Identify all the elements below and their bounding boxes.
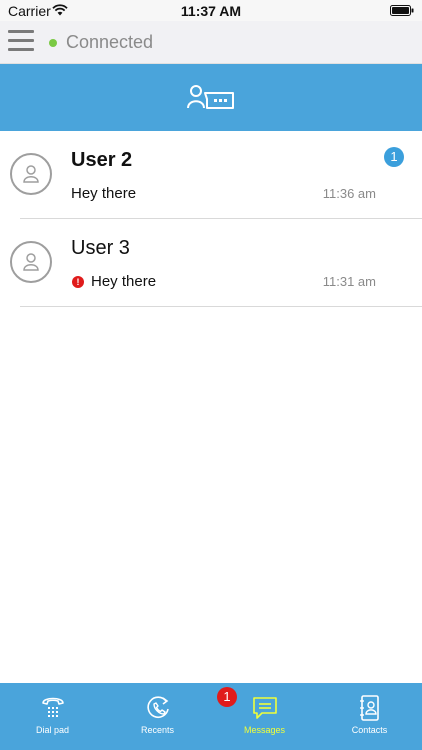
conversation-time: 11:36 am xyxy=(322,186,376,201)
battery-icon xyxy=(390,5,414,16)
tab-contacts[interactable]: Contacts xyxy=(317,683,422,750)
avatar-icon xyxy=(10,153,52,195)
tab-recents[interactable]: Recents xyxy=(105,683,210,750)
status-bar: Carrier 11:37 AM xyxy=(0,0,422,21)
conversation-preview: Hey there xyxy=(71,185,137,202)
clock: 11:37 AM xyxy=(180,3,242,19)
conversation-time: 11:31 am xyxy=(322,274,376,289)
conversation-item-user-3[interactable]: User 3 ! Hey there 11:31 am xyxy=(0,219,422,307)
conversation-name: User 2 xyxy=(71,149,133,171)
connection-bar: Connected xyxy=(0,21,422,64)
tab-dial-pad[interactable]: Dial pad xyxy=(0,683,105,750)
conversation-list: User 2 Hey there 11:36 am 1 User 3 ! Hey… xyxy=(0,131,422,307)
tab-label: Recents xyxy=(140,725,175,735)
recents-icon xyxy=(146,696,169,718)
connection-status-dot xyxy=(49,39,57,47)
avatar-icon xyxy=(10,241,52,283)
messages-badge: 1 xyxy=(217,687,237,707)
new-chat-icon[interactable] xyxy=(187,84,235,110)
hamburger-menu-icon[interactable] xyxy=(8,30,34,52)
dial-pad-icon xyxy=(41,697,64,717)
error-icon: ! xyxy=(72,276,84,288)
messages-icon xyxy=(252,697,277,719)
messages-screen: Carrier 11:37 AM Connected User 2 Hey th… xyxy=(0,0,422,750)
contacts-icon xyxy=(359,695,379,721)
divider xyxy=(20,306,422,307)
conversation-item-user-2[interactable]: User 2 Hey there 11:36 am 1 xyxy=(0,131,422,219)
bottom-tab-bar: Dial pad Recents Messages Contacts xyxy=(0,683,422,750)
tab-label: Messages xyxy=(243,725,286,735)
unread-count-badge: 1 xyxy=(384,147,404,167)
tab-label: Contacts xyxy=(351,725,388,735)
connection-status-text: Connected xyxy=(66,32,154,52)
conversation-name: User 3 xyxy=(71,237,130,259)
messages-header xyxy=(0,64,422,131)
tab-label: Dial pad xyxy=(35,725,70,735)
conversation-preview: Hey there xyxy=(91,273,157,290)
